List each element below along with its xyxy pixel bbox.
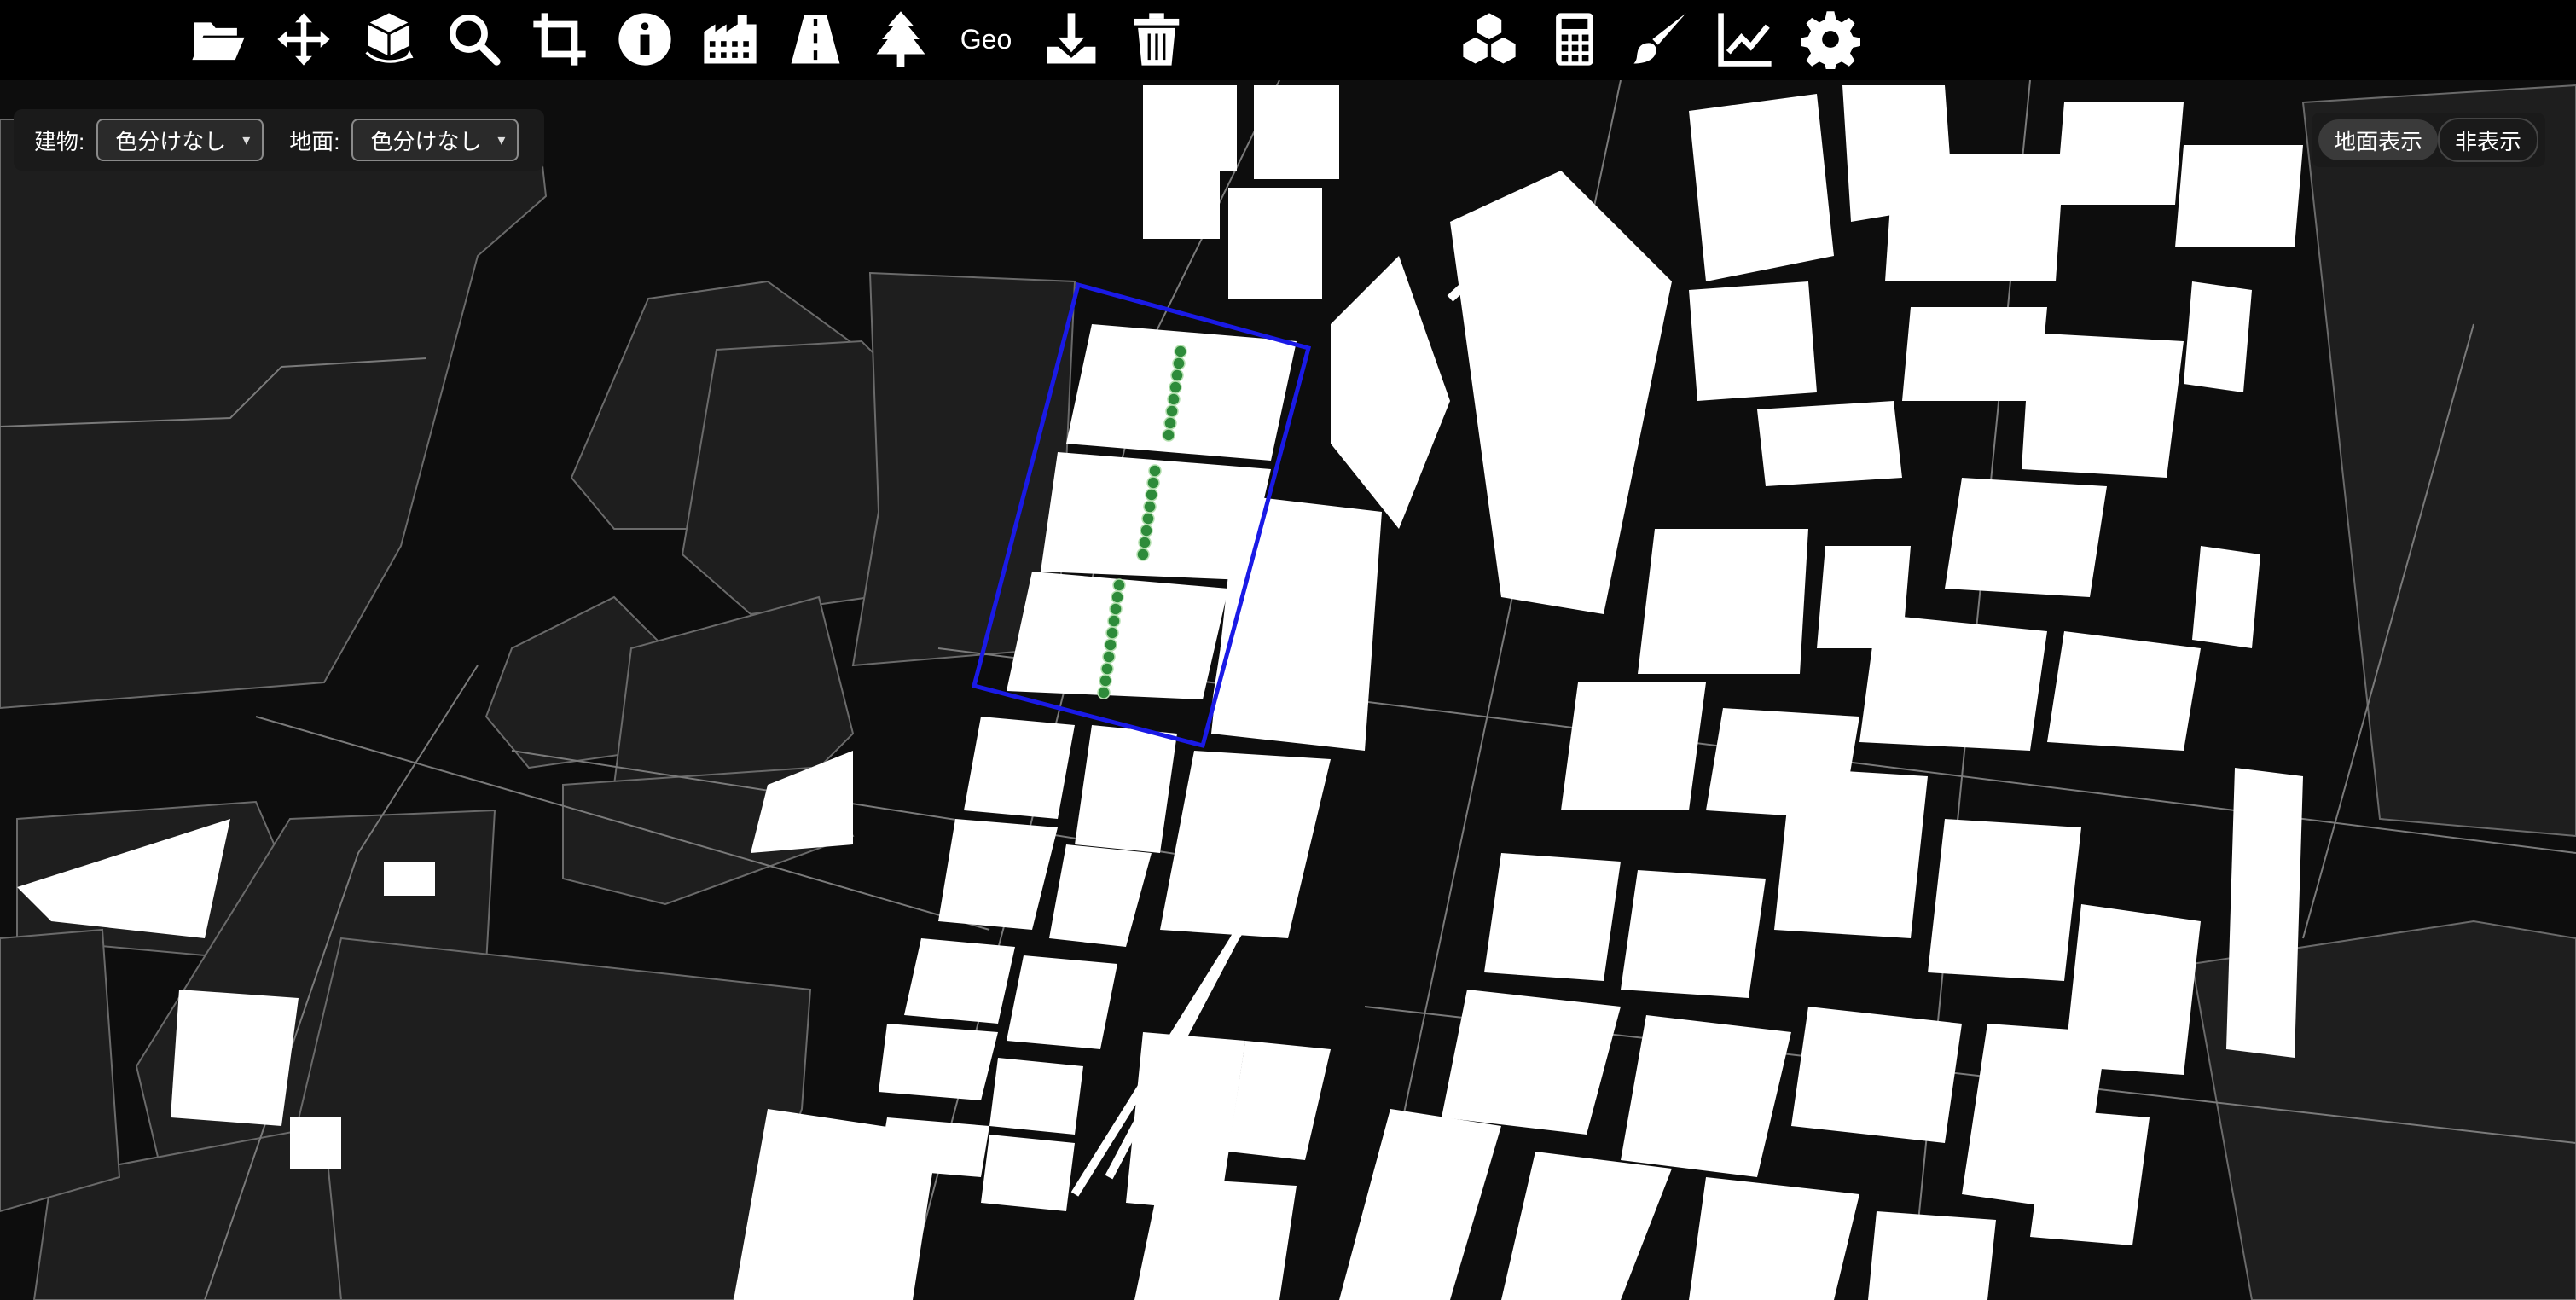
- crop-icon: [533, 13, 586, 66]
- map-svg[interactable]: [0, 80, 2576, 1300]
- cube-rotate-icon: [365, 13, 414, 63]
- cubes-icon: [1463, 13, 1516, 64]
- cubes-button[interactable]: [1457, 7, 1522, 72]
- info-button[interactable]: [612, 7, 677, 72]
- ground-color-value: 色分けなし: [370, 128, 482, 154]
- chart-button[interactable]: [1713, 7, 1778, 72]
- top-toolbar: Geo: [0, 0, 2576, 80]
- color-filter-panel: 建物: 色分けなし ▾ 地面: 色分けなし ▾: [14, 109, 545, 171]
- calculator-button[interactable]: [1542, 7, 1607, 72]
- ground-show-button[interactable]: 地面表示: [2318, 119, 2438, 160]
- move-button[interactable]: [271, 7, 336, 72]
- buildings-button[interactable]: [698, 7, 763, 72]
- settings-button[interactable]: [1798, 7, 1863, 72]
- brush-button[interactable]: [1627, 7, 1692, 72]
- trash-icon: [1134, 13, 1180, 66]
- delete-button[interactable]: [1124, 7, 1189, 72]
- folder-open-icon: [192, 22, 245, 61]
- building-filter-label: 建物:: [34, 128, 85, 154]
- ground-hide-button[interactable]: 非表示: [2437, 118, 2538, 162]
- buildings-icon: [704, 15, 757, 64]
- search-icon: [450, 15, 501, 66]
- road-button[interactable]: [783, 7, 848, 72]
- geo-button[interactable]: Geo: [954, 7, 1018, 72]
- geo-label: Geo: [960, 23, 1012, 55]
- ground-display-toggle: 地面表示 非表示: [2311, 113, 2545, 167]
- rotate-3d-button[interactable]: [357, 7, 421, 72]
- open-file-button[interactable]: [186, 7, 251, 72]
- brush-icon: [1633, 13, 1686, 64]
- ground-color-select[interactable]: 色分けなし ▾: [351, 119, 519, 161]
- building-color-select[interactable]: 色分けなし ▾: [96, 119, 264, 161]
- road-icon: [791, 15, 840, 64]
- search-button[interactable]: [442, 7, 507, 72]
- chevron-down-icon: ▾: [242, 131, 251, 148]
- move-arrows-icon: [277, 13, 330, 66]
- crop-button[interactable]: [527, 7, 592, 72]
- line-chart-icon: [1718, 13, 1772, 67]
- chevron-down-icon: ▾: [497, 131, 506, 148]
- info-icon: [618, 13, 671, 66]
- calculator-icon: [1556, 13, 1593, 66]
- map-canvas[interactable]: [0, 80, 2576, 1300]
- gear-icon: [1801, 11, 1860, 69]
- tree-button[interactable]: [868, 7, 933, 72]
- building-color-value: 色分けなし: [115, 128, 227, 154]
- tree-icon: [876, 11, 925, 67]
- download-button[interactable]: [1039, 7, 1104, 72]
- ground-filter-label: 地面:: [289, 128, 340, 154]
- download-icon: [1047, 13, 1096, 64]
